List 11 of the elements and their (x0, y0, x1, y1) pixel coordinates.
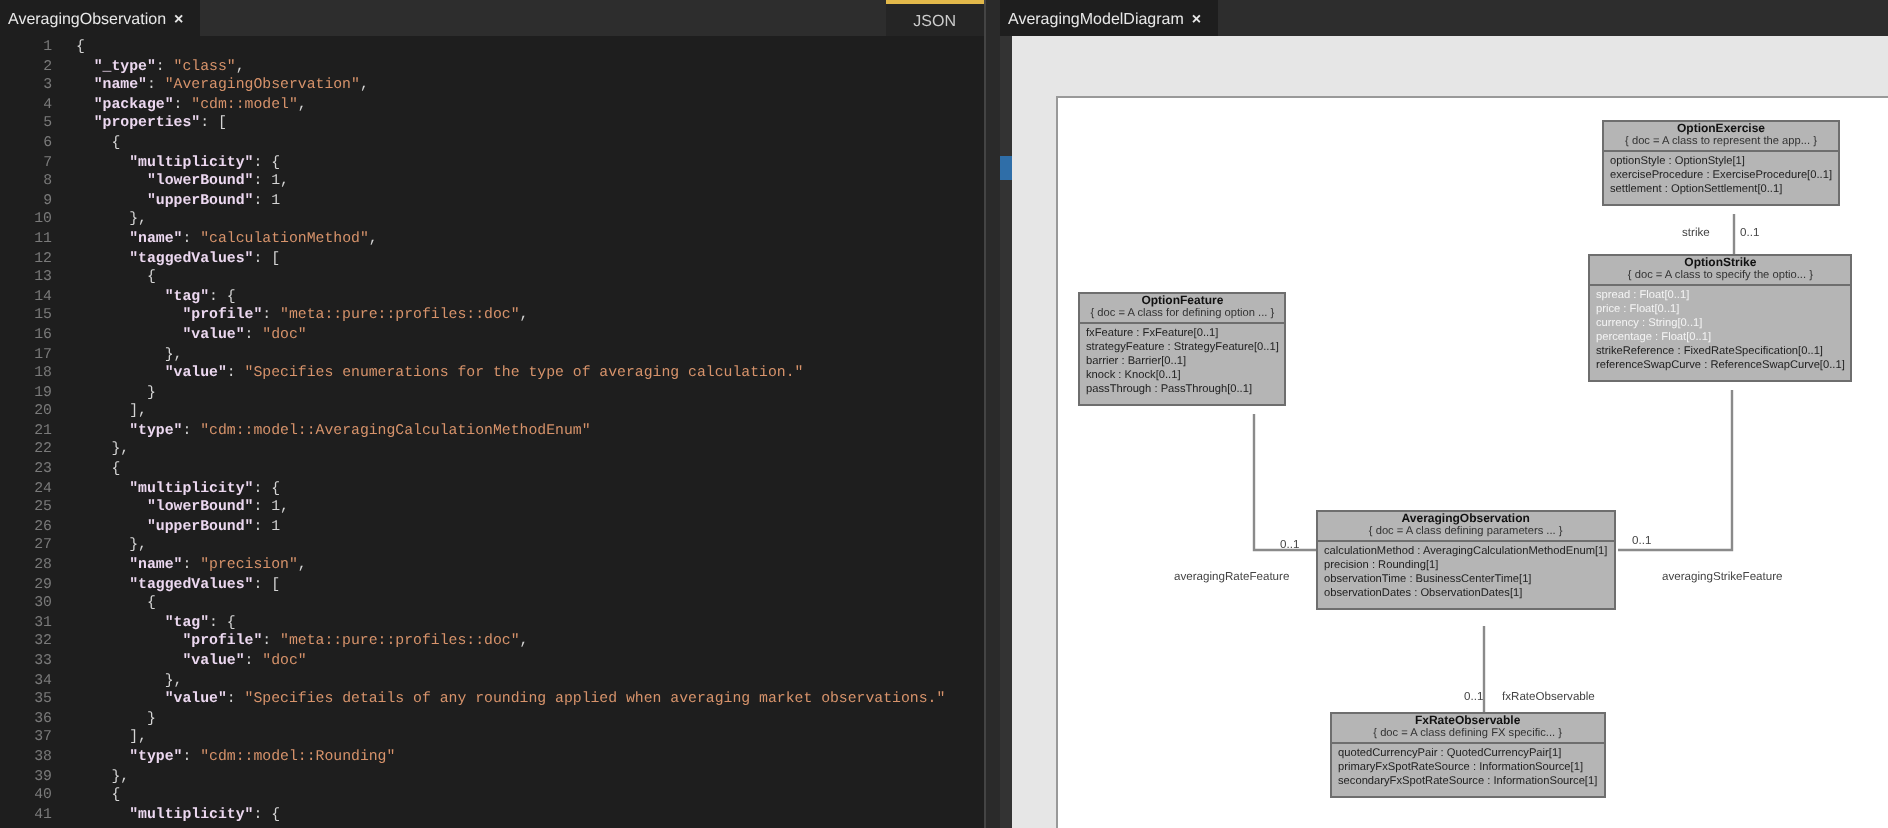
class-node[interactable] (1588, 254, 1853, 382)
connector-line (1732, 214, 1736, 254)
close-icon[interactable]: × (174, 9, 184, 27)
connector-line (1252, 414, 1316, 552)
connector-line (1482, 626, 1486, 712)
editor-tab[interactable]: AveragingObservation × (0, 0, 200, 36)
sidebar-marker (1000, 156, 1012, 180)
close-icon[interactable]: × (1191, 9, 1202, 27)
class-node[interactable] (1316, 510, 1616, 610)
language-label: JSON (885, 0, 984, 36)
diagram-tab[interactable]: AveragingModelDiagram × (1000, 0, 1218, 36)
